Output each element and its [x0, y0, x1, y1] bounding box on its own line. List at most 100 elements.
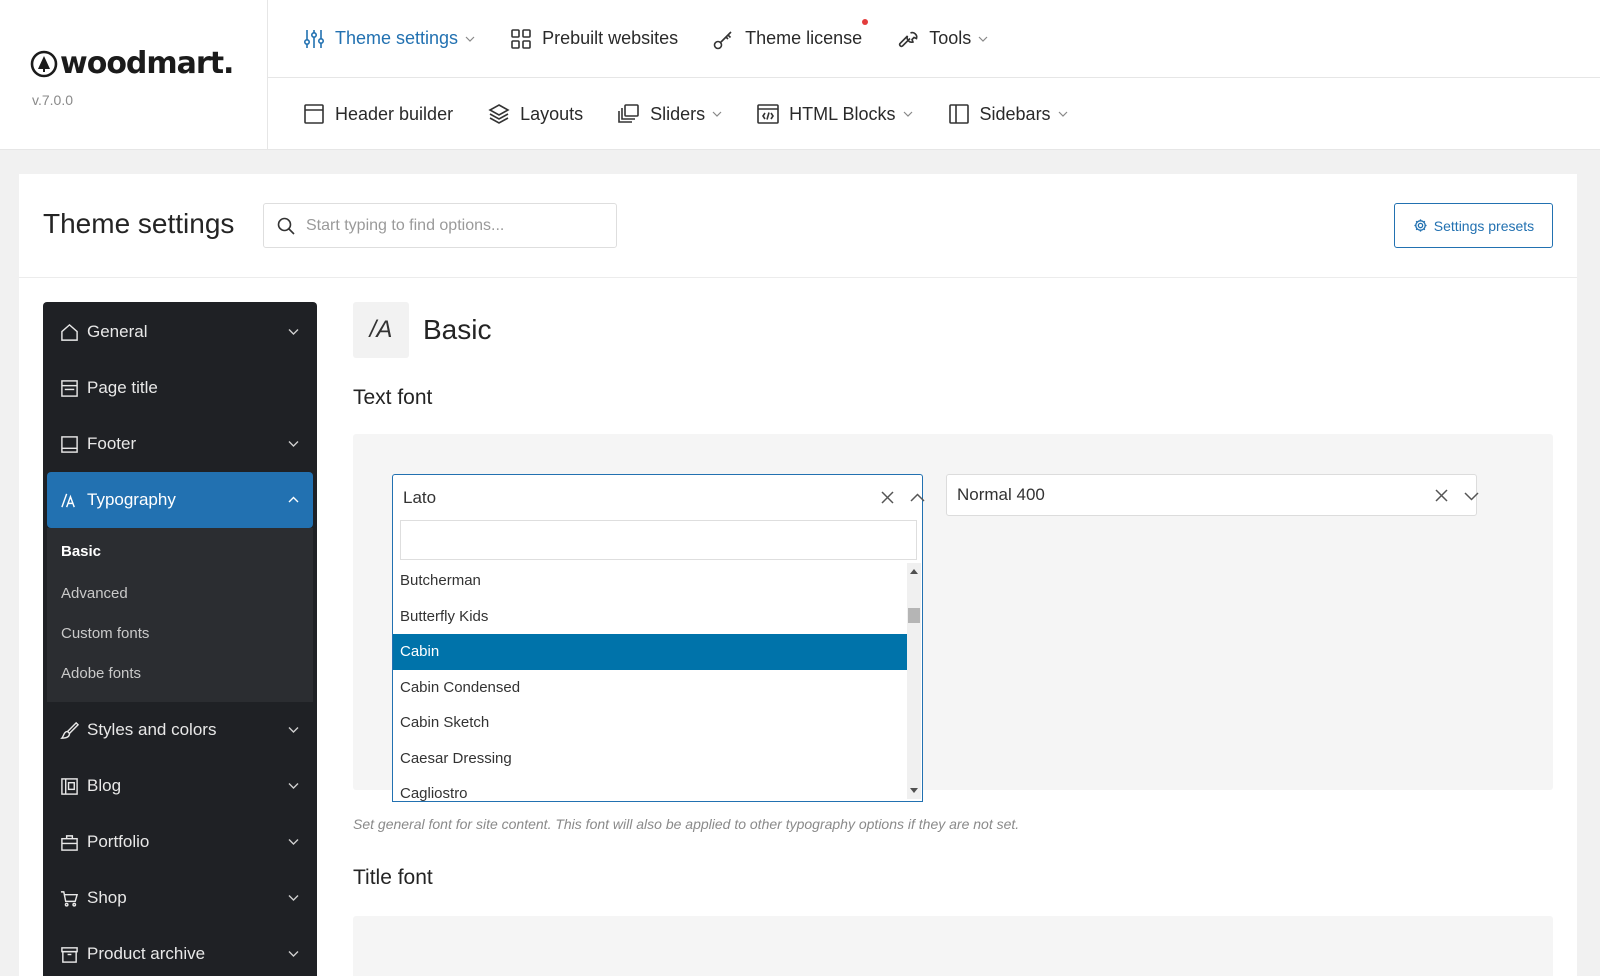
nav-html-blocks[interactable]: HTML Blocks — [756, 102, 912, 126]
cart-icon — [60, 890, 79, 907]
clear-icon[interactable] — [880, 490, 895, 505]
font-family-value: Lato — [403, 487, 437, 507]
scroll-down-arrow-icon[interactable] — [910, 788, 918, 793]
font-weight-select[interactable]: Normal 400 — [946, 474, 1479, 516]
font-weight-value: Normal 400 — [957, 485, 1045, 504]
submenu-item-custom-fonts[interactable]: Custom fonts — [47, 616, 313, 656]
version-label: v.7.0.0 — [32, 92, 73, 108]
nav-prebuilt-websites[interactable]: Prebuilt websites — [509, 27, 678, 51]
sidebar-item-label: Page title — [87, 378, 158, 397]
sidebar-item-styles-colors[interactable]: Styles and colors — [43, 702, 317, 758]
key-icon — [713, 30, 732, 49]
sidebar-item-blog[interactable]: Blog — [43, 758, 317, 814]
woodmart-logo[interactable]: woodmart. — [30, 46, 234, 81]
font-option[interactable]: Butcherman — [393, 563, 907, 599]
font-option[interactable]: Cabin Condensed — [393, 670, 907, 706]
sidebar-item-footer[interactable]: Footer — [43, 416, 317, 472]
nav-label: HTML Blocks — [789, 103, 896, 124]
dropdown-scrollbar[interactable] — [907, 563, 921, 799]
layers-icon — [488, 104, 510, 124]
search-input[interactable] — [306, 216, 596, 235]
chevron-down-icon — [288, 727, 299, 733]
wrench-icon — [899, 31, 918, 47]
top-nav: Theme settings Prebuilt websites Theme l… — [268, 0, 1600, 78]
nav-theme-settings[interactable]: Theme settings — [302, 27, 475, 51]
font-option[interactable]: Cabin Sketch — [393, 705, 907, 741]
clear-icon[interactable] — [1434, 488, 1449, 503]
grid-icon — [511, 28, 531, 49]
submenu-item-adobe-fonts[interactable]: Adobe fonts — [47, 656, 313, 696]
submenu-item-advanced[interactable]: Advanced — [47, 576, 313, 616]
font-option-selected[interactable]: Cabin — [393, 634, 907, 670]
font-option[interactable]: Cagliostro — [393, 776, 907, 812]
nav-label: Layouts — [520, 103, 584, 124]
top-header: woodmart. v.7.0.0 Theme settings Prebuil… — [0, 0, 1600, 150]
sidebar-item-typography[interactable]: Typography — [47, 472, 313, 528]
nav-header-builder[interactable]: Header builder — [302, 102, 453, 126]
submenu-item-basic[interactable]: Basic — [47, 542, 313, 576]
slides-icon — [618, 104, 639, 123]
typography-submenu: Basic Advanced Custom fonts Adobe fonts — [47, 528, 313, 702]
nav-label: Sliders — [650, 103, 706, 124]
chevron-down-icon — [288, 329, 299, 335]
sidebar-item-label: Footer — [87, 434, 137, 453]
header-icon — [304, 104, 324, 124]
sidebar-item-label: Product archive — [87, 944, 206, 963]
text-font-label: Text font — [353, 386, 433, 409]
scrollbar-thumb[interactable] — [908, 608, 920, 623]
settings-presets-button[interactable]: Settings presets — [1394, 203, 1553, 248]
nav-label: Sidebars — [979, 103, 1051, 124]
chevron-down-icon — [288, 783, 299, 789]
brand-area: woodmart. v.7.0.0 — [0, 0, 268, 150]
brush-icon — [60, 721, 79, 739]
font-option[interactable]: Butterfly Kids — [393, 599, 907, 635]
sidebar-item-shop[interactable]: Shop — [43, 870, 317, 926]
page-title: Theme settings — [43, 208, 235, 239]
sidebar-item-general[interactable]: General — [43, 304, 317, 360]
options-search[interactable] — [263, 203, 617, 248]
logo-text: woodmart. — [60, 46, 234, 81]
sidebar-item-portfolio[interactable]: Portfolio — [43, 814, 317, 870]
sidebar-item-product-archive[interactable]: Product archive — [43, 926, 317, 976]
logo-icon — [30, 50, 58, 77]
sliders-icon — [303, 29, 324, 48]
title-font-box — [353, 916, 1553, 976]
dropdown-search-input[interactable] — [400, 520, 917, 560]
chevron-down-icon — [288, 441, 299, 447]
sidebar-icon — [948, 104, 969, 124]
notification-dot — [862, 18, 869, 25]
title-font-label: Title font — [353, 866, 433, 889]
sidebar-item-label: Typography — [87, 490, 176, 509]
chevron-up-icon — [288, 496, 299, 503]
home-icon — [61, 323, 78, 341]
font-option[interactable]: Caesar Dressing — [393, 741, 907, 777]
chevron-down-icon[interactable] — [1464, 488, 1479, 503]
nav-layouts[interactable]: Layouts — [487, 102, 583, 126]
typography-section-icon: /A — [353, 302, 409, 358]
sidebar-item-label: General — [87, 322, 148, 341]
sidebar-item-label: Shop — [87, 888, 127, 907]
panel-header: Theme settings Settings presets — [19, 174, 1577, 278]
footer-icon — [61, 435, 78, 453]
nav-label: Tools — [929, 28, 972, 48]
font-options-list: Butcherman Butterfly Kids Cabin Cabin Co… — [393, 563, 907, 812]
archive-icon — [61, 946, 78, 963]
scroll-up-arrow-icon[interactable] — [910, 569, 918, 574]
chevron-down-icon — [465, 36, 475, 42]
nav-label: Theme settings — [335, 28, 459, 48]
sidebar-item-page-title[interactable]: Page title — [43, 360, 317, 416]
font-family-dropdown: Butcherman Butterfly Kids Cabin Cabin Co… — [392, 519, 923, 802]
presets-label: Settings presets — [1433, 217, 1535, 234]
sidebar-item-label: Portfolio — [87, 832, 150, 851]
chevron-down-icon — [903, 111, 912, 117]
nav-sidebars[interactable]: Sidebars — [947, 102, 1068, 126]
chevron-down-icon — [288, 839, 299, 845]
sub-nav: Header builder Layouts Sliders HTML Bloc… — [268, 78, 1600, 150]
settings-content: /A Basic Text font Title font — [353, 302, 1553, 976]
nav-tools[interactable]: Tools — [896, 27, 988, 51]
nav-theme-license[interactable]: Theme license — [712, 18, 869, 51]
sidebar-item-label: Blog — [87, 776, 122, 795]
chevron-up-icon[interactable] — [910, 491, 925, 506]
font-family-select[interactable]: Lato — [392, 474, 925, 520]
nav-sliders[interactable]: Sliders — [617, 102, 722, 126]
